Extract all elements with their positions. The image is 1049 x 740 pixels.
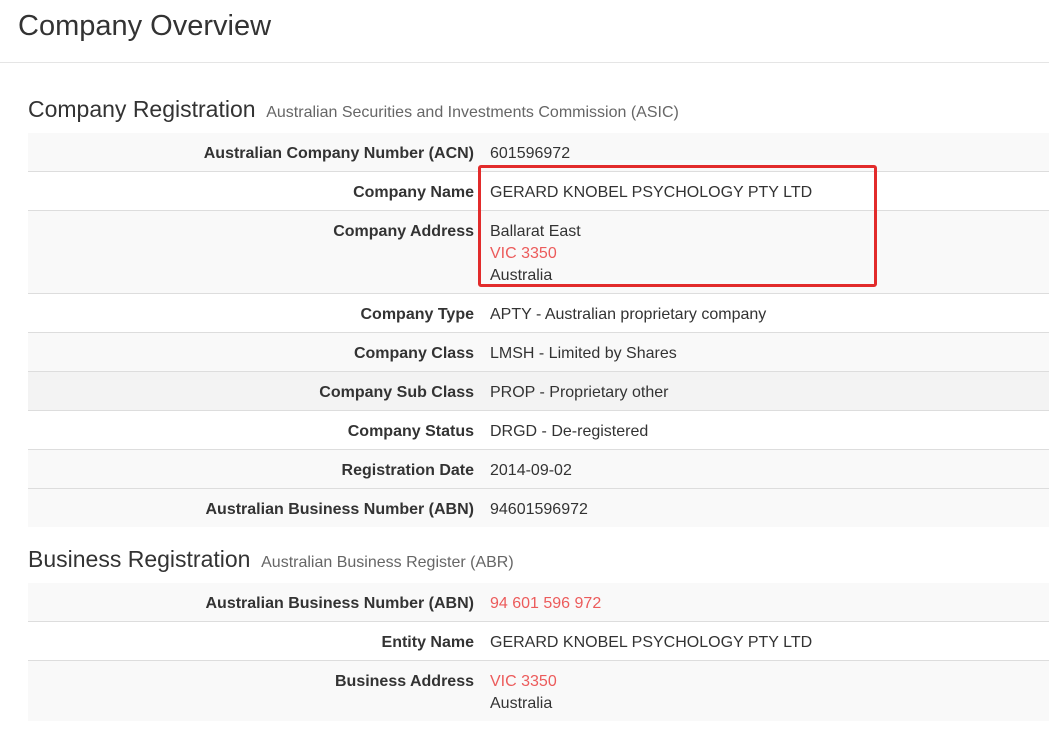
abn-link[interactable]: 94 601 596 972: [474, 583, 601, 621]
business-registration-title: Business Registration: [28, 546, 251, 572]
row-value: 94601596972: [490, 501, 588, 518]
row-label: Australian Company Number (ACN): [203, 145, 474, 162]
company-registration-heading: Company Registration Australian Securiti…: [28, 96, 679, 124]
address-suburb: Ballarat East: [490, 223, 581, 240]
row-value: 2014-09-02: [490, 462, 572, 479]
company-registration-title: Company Registration: [28, 96, 256, 122]
row-label: Company Address: [333, 223, 474, 240]
row-label: Company Class: [353, 345, 474, 362]
row-label: Registration Date: [341, 462, 474, 479]
business-address-state-postcode-link[interactable]: VIC 3350: [490, 671, 557, 693]
business-registration-heading: Business Registration Australian Busines…: [28, 546, 514, 574]
row-value: APTY - Australian proprietary company: [490, 306, 767, 323]
address-state-postcode-link[interactable]: VIC 3350: [490, 243, 581, 265]
business-registration-subtitle: Australian Business Register (ABR): [261, 554, 514, 571]
row-label: Company Type: [360, 306, 475, 323]
business-address-country: Australia: [490, 695, 553, 712]
table-row-company-name: Company Name GERARD KNOBEL PSYCHOLOGY PT…: [28, 172, 1049, 211]
page: Company Overview Company Registration Au…: [0, 0, 1049, 740]
row-value: GERARD KNOBEL PSYCHOLOGY PTY LTD: [490, 184, 813, 201]
business-registration-table: Australian Business Number (ABN) 94 601 …: [28, 583, 1049, 721]
table-row-company-address: Company Address Ballarat East VIC 3350 A…: [28, 211, 1049, 294]
table-row-abn: Australian Business Number (ABN) 9460159…: [28, 489, 1049, 527]
company-registration-table: Australian Company Number (ACN) 60159697…: [28, 133, 1049, 527]
address-country: Australia: [490, 267, 553, 284]
row-value: DRGD - De-registered: [490, 423, 649, 440]
row-label: Australian Business Number (ABN): [205, 595, 475, 612]
company-registration-subtitle: Australian Securities and Investments Co…: [266, 104, 679, 121]
table-row-acn: Australian Company Number (ACN) 60159697…: [28, 133, 1049, 172]
row-label: Entity Name: [381, 634, 474, 651]
table-row-entity-name: Entity Name GERARD KNOBEL PSYCHOLOGY PTY…: [28, 622, 1049, 661]
title-divider: [0, 62, 1049, 63]
table-row-company-sub-class: Company Sub Class PROP - Proprietary oth…: [28, 372, 1049, 411]
table-row-company-class: Company Class LMSH - Limited by Shares: [28, 333, 1049, 372]
row-label: Company Status: [347, 423, 474, 440]
row-value: GERARD KNOBEL PSYCHOLOGY PTY LTD: [490, 634, 813, 651]
row-label: Business Address: [334, 673, 474, 690]
address-value: Ballarat East VIC 3350 Australia: [474, 211, 581, 293]
table-row-company-type: Company Type APTY - Australian proprieta…: [28, 294, 1049, 333]
row-label: Australian Business Number (ABN): [205, 501, 475, 518]
table-row-company-status: Company Status DRGD - De-registered: [28, 411, 1049, 450]
table-row-business-abn: Australian Business Number (ABN) 94 601 …: [28, 583, 1049, 622]
row-value: PROP - Proprietary other: [490, 384, 669, 401]
row-value: LMSH - Limited by Shares: [490, 345, 677, 362]
row-value: 601596972: [490, 145, 571, 162]
table-row-registration-date: Registration Date 2014-09-02: [28, 450, 1049, 489]
row-label: Company Sub Class: [319, 384, 474, 401]
address-value: VIC 3350 Australia: [474, 661, 557, 721]
row-label: Company Name: [353, 184, 474, 201]
page-title: Company Overview: [18, 10, 272, 42]
table-row-business-address: Business Address VIC 3350 Australia: [28, 661, 1049, 721]
